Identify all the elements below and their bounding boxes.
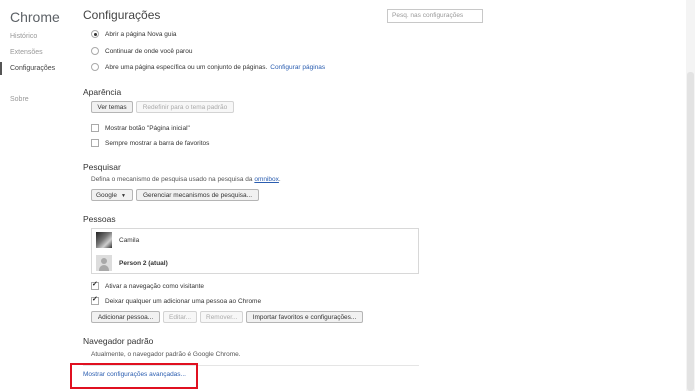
- sidebar: Chrome Histórico Extensões Configurações…: [0, 0, 75, 391]
- show-bookmarks-option[interactable]: Sempre mostrar a barra de favoritos: [91, 139, 209, 147]
- sidebar-brand: Chrome: [10, 9, 60, 25]
- import-bookmarks-button[interactable]: Importar favoritos e configurações...: [246, 311, 363, 323]
- section-title-default-browser: Navegador padrão: [83, 336, 154, 346]
- profile-name: Camila: [119, 236, 140, 244]
- section-title-people: Pessoas: [83, 214, 116, 224]
- search-description: Defina o mecanismo de pesquisa usado na …: [91, 176, 281, 183]
- section-title-appearance: Aparência: [83, 87, 122, 97]
- search-description-text: Defina o mecanismo de pesquisa usado na …: [91, 176, 253, 183]
- show-bookmarks-label: Sempre mostrar a barra de favoritos: [105, 139, 210, 147]
- startup-option-specific-pages[interactable]: Abre uma página específica ou um conjunt…: [91, 63, 325, 71]
- checkbox-checked[interactable]: [91, 295, 99, 305]
- radio[interactable]: [91, 47, 99, 55]
- sidebar-item-sobre[interactable]: Sobre: [10, 96, 29, 103]
- scrollbar[interactable]: [686, 0, 695, 391]
- section-title-search: Pesquisar: [83, 162, 121, 172]
- startup-option-continue[interactable]: Continuar de onde você parou: [91, 47, 192, 55]
- search-input[interactable]: Pesq. nas configurações: [387, 9, 483, 23]
- default-browser-status: Atualmente, o navegador padrão é Google …: [91, 351, 241, 358]
- guest-browsing-option[interactable]: Ativar a navegação como visitante: [91, 280, 204, 290]
- checkbox-checked[interactable]: [91, 280, 99, 290]
- configure-pages-link[interactable]: Configurar páginas: [270, 64, 325, 71]
- checkbox[interactable]: [91, 139, 99, 147]
- people-list: Camila Person 2 (atual): [91, 228, 419, 274]
- startup-option-label: Abrir a página Nova guia: [105, 30, 177, 38]
- themes-button[interactable]: Ver temas: [91, 101, 133, 113]
- sidebar-item-configuracoes[interactable]: Configurações: [0, 62, 55, 75]
- radio-selected[interactable]: [91, 30, 99, 38]
- chevron-down-icon: ▼: [120, 193, 126, 199]
- edit-person-button[interactable]: Editar...: [163, 311, 197, 323]
- reset-theme-button[interactable]: Redefinir para o tema padrão: [136, 101, 234, 113]
- startup-option-label: Abre uma página específica ou um conjunt…: [105, 63, 268, 71]
- highlight-box: [70, 363, 198, 389]
- manage-search-engines-button[interactable]: Gerenciar mecanismos de pesquisa...: [136, 189, 259, 201]
- scrollbar-thumb[interactable]: [687, 72, 694, 391]
- page-title: Configurações: [83, 8, 161, 22]
- search-engine-value: Google: [96, 192, 117, 199]
- profile-name: Person 2 (atual): [119, 259, 168, 267]
- anyone-add-person-label: Deixar qualquer um adicionar uma pessoa …: [105, 297, 262, 305]
- add-person-button[interactable]: Adicionar pessoa...: [91, 311, 160, 323]
- guest-browsing-label: Ativar a navegação como visitante: [105, 282, 204, 290]
- radio[interactable]: [91, 63, 99, 71]
- avatar: [96, 232, 112, 248]
- checkbox[interactable]: [91, 124, 99, 132]
- omnibox-link[interactable]: omnibox: [254, 176, 279, 183]
- anyone-add-person-option[interactable]: Deixar qualquer um adicionar uma pessoa …: [91, 295, 262, 305]
- sidebar-item-extensoes[interactable]: Extensões: [10, 49, 43, 56]
- show-home-option[interactable]: Mostrar botão "Página inicial": [91, 124, 190, 132]
- startup-option-label: Continuar de onde você parou: [105, 47, 193, 55]
- remove-person-button[interactable]: Remover...: [200, 311, 243, 323]
- profile-item[interactable]: Camila: [96, 232, 139, 248]
- search-engine-select[interactable]: Google ▼: [91, 189, 133, 201]
- profile-item-current[interactable]: Person 2 (atual): [96, 255, 168, 271]
- show-home-label: Mostrar botão "Página inicial": [105, 124, 190, 132]
- person-icon: [96, 255, 112, 271]
- sidebar-item-historico[interactable]: Histórico: [10, 33, 37, 40]
- search-description-end: .: [278, 176, 281, 183]
- startup-option-new-tab[interactable]: Abrir a página Nova guia: [91, 30, 177, 38]
